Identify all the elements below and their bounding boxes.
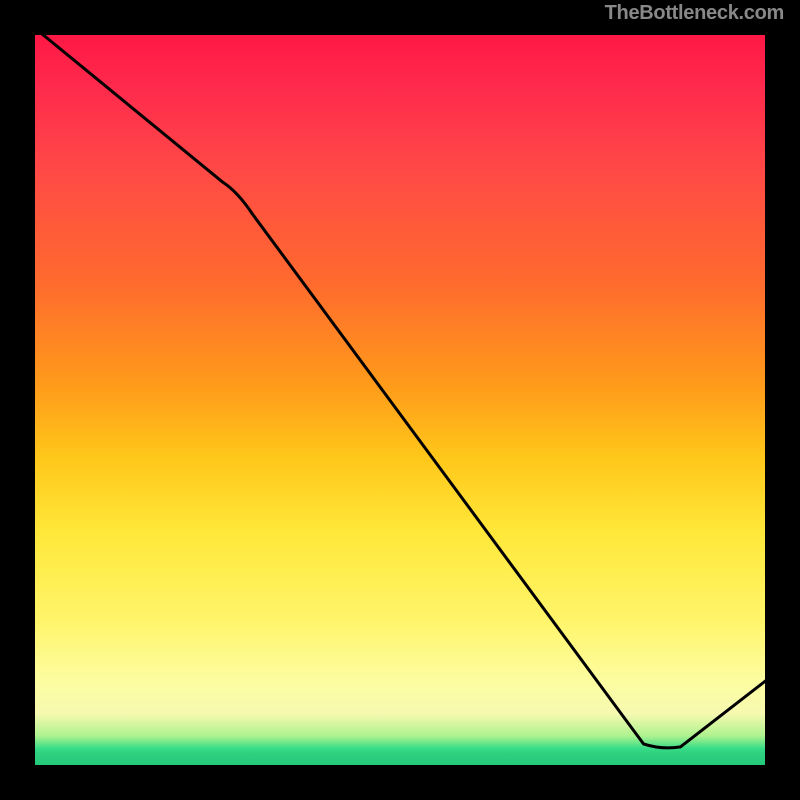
plot-area (31, 31, 769, 769)
curve-line (38, 31, 769, 748)
line-layer (31, 31, 769, 769)
watermark-text: TheBottleneck.com (605, 2, 784, 25)
chart-container: TheBottleneck.com (0, 0, 800, 800)
